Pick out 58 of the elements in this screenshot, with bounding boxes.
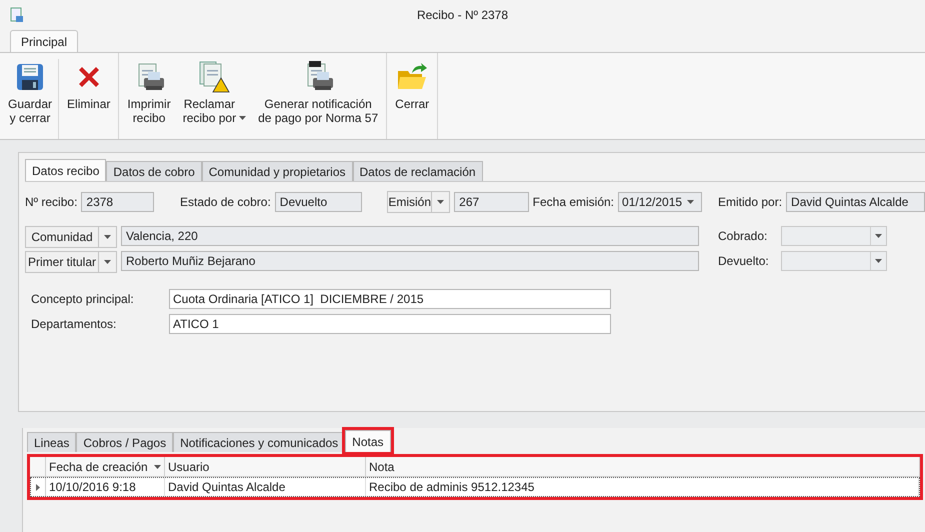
field-label: Departamentos:: [31, 316, 118, 333]
receipt-app-icon: [10, 7, 24, 23]
receipt-number-field[interactable]: 2378: [81, 192, 154, 212]
ribbon-button[interactable]: Reclamar recibo por: [176, 59, 252, 139]
field-label: Estado de cobro:: [180, 194, 271, 211]
column-header[interactable]: Nota: [366, 457, 920, 476]
ribbon-tab[interactable]: Principal: [10, 30, 78, 52]
form-tab[interactable]: Datos de cobro: [106, 161, 202, 181]
ribbon-button[interactable]: Generar notificación de pago por Norma 57: [252, 59, 384, 139]
caret-icon: [437, 200, 444, 204]
column-header[interactable]: Usuario: [165, 457, 366, 476]
dropdown-button[interactable]: [432, 191, 450, 213]
panel-tab[interactable]: Cobros / Pagos: [76, 432, 174, 452]
caret-icon: [875, 259, 882, 263]
table-cell: David Quintas Alcalde: [165, 478, 366, 496]
form-tab[interactable]: Datos recibo: [25, 159, 106, 181]
ribbon-button[interactable]: Eliminar: [61, 59, 116, 139]
field-label: Emitido por:: [718, 194, 782, 211]
field-label: Devuelto:: [718, 253, 770, 270]
field-label: Concepto principal:: [31, 291, 135, 308]
ribbon-button[interactable]: Guardar y cerrar: [2, 59, 60, 139]
field-label: Cobrado:: [718, 228, 768, 245]
text-field[interactable]: Cuota Ordinaria [ATICO 1] DICIEMBRE / 2015: [169, 289, 611, 309]
caret-icon: [104, 235, 111, 239]
ribbon-button[interactable]: Cerrar: [389, 59, 436, 139]
document-warning-icon: [197, 60, 232, 94]
row-indicator-icon: [36, 484, 40, 490]
caret-icon: [687, 200, 694, 204]
dropdown-button[interactable]: [99, 226, 117, 248]
picker-button[interactable]: Emisión: [387, 191, 432, 213]
date-field[interactable]: 01/12/2015: [618, 192, 702, 212]
caret-icon: [154, 464, 161, 468]
form-tab[interactable]: Datos de reclamación: [352, 161, 483, 181]
status-field[interactable]: Devuelto: [274, 192, 362, 212]
owner-field[interactable]: Roberto Muñiz Bejarano: [121, 251, 699, 271]
picker-button[interactable]: Comunidad: [25, 226, 99, 248]
field-label: Fecha emisión:: [532, 194, 614, 211]
field-label: Nº recibo:: [25, 194, 78, 211]
caret-icon: [875, 234, 882, 238]
picker-button[interactable]: Primer titular: [25, 251, 99, 273]
ribbon-button[interactable]: Imprimir recibo: [121, 59, 177, 139]
window-title: Recibo - Nº 2378: [416, 7, 508, 24]
dropdown-button[interactable]: [99, 251, 117, 273]
table-cell: Recibo de adminis 9512.12345: [366, 478, 919, 496]
table-row[interactable]: 10/10/2016 9:18 David Quintas Alcalde Recibo de adminis 9512.12345: [30, 477, 920, 497]
community-field[interactable]: Valencia, 220: [121, 226, 699, 246]
panel-tab[interactable]: Lineas: [27, 432, 76, 452]
column-header[interactable]: Fecha de creación: [46, 457, 165, 476]
text-field[interactable]: ATICO 1: [169, 314, 611, 334]
combo-field[interactable]: [781, 226, 887, 246]
caret-icon: [239, 116, 246, 120]
series-field[interactable]: 267: [454, 192, 529, 212]
table-cell: 10/10/2016 9:18: [46, 478, 165, 496]
panel-tab[interactable]: Notas: [345, 430, 391, 452]
issuer-field[interactable]: David Quintas Alcalde: [786, 192, 925, 212]
form-tab[interactable]: Comunidad y propietarios: [202, 161, 353, 181]
caret-icon: [104, 260, 111, 264]
combo-field[interactable]: [781, 251, 887, 271]
